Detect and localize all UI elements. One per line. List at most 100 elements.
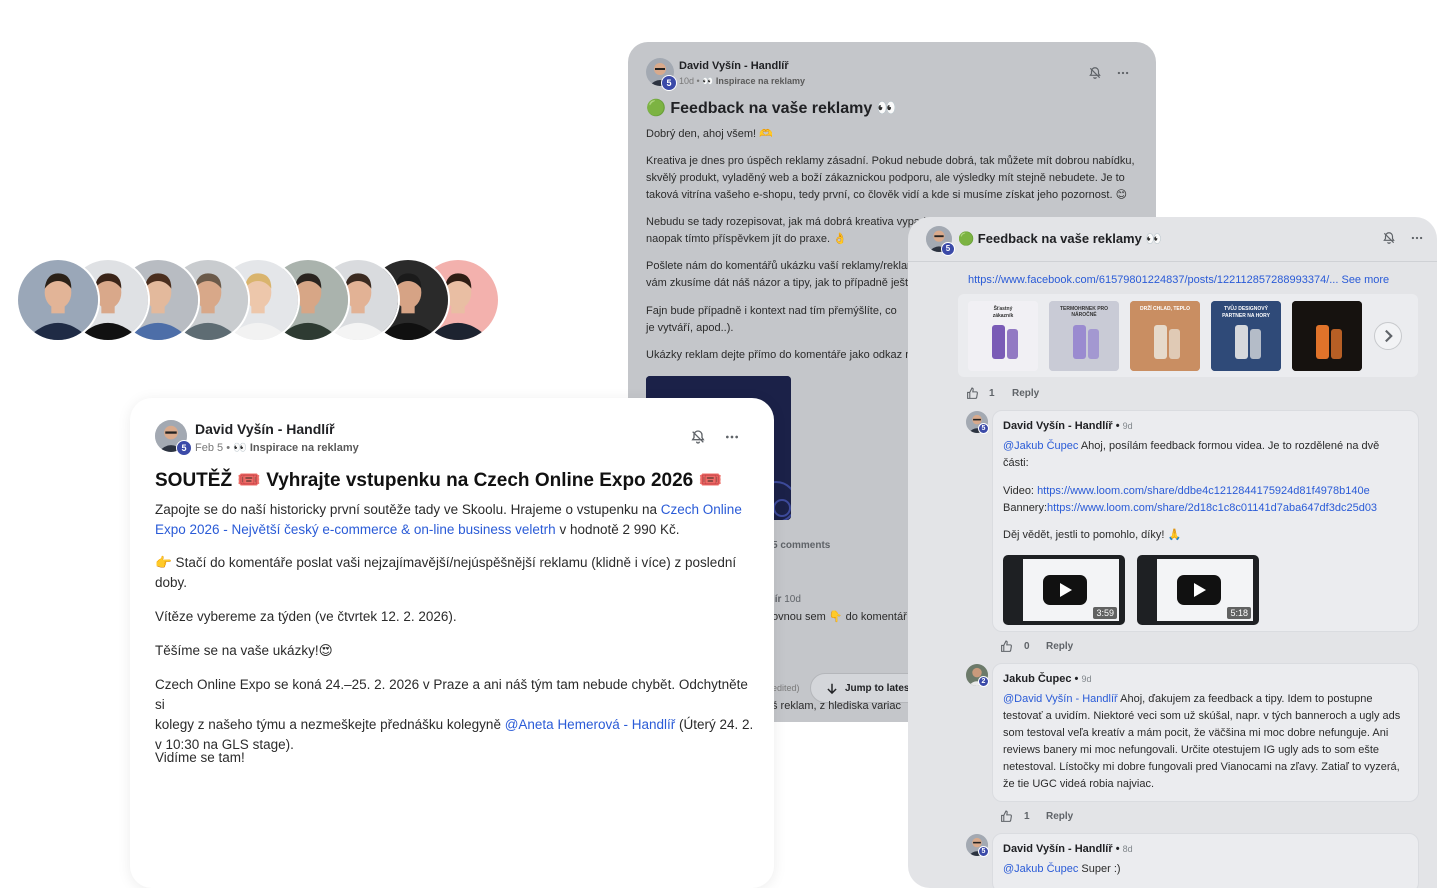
comment-age: 9d (1081, 674, 1092, 684)
play-icon[interactable] (1043, 575, 1087, 605)
more-options-icon[interactable] (1410, 231, 1424, 245)
loom-video-thumbnail[interactable]: 3:59 (1003, 555, 1125, 625)
play-icon[interactable] (1177, 575, 1221, 605)
comment-line: netestoval. Lístočky mi dobre fungovali … (1003, 761, 1400, 773)
like-count: 1 (989, 388, 995, 399)
comment-author[interactable]: David Vyšín - Handlíř • 8d (1003, 843, 1133, 855)
contest-post-card[interactable]: 5 David Vyšín - Handlíř Feb 5 • 👀 Inspir… (130, 398, 774, 888)
video-label: Video: (1003, 485, 1038, 497)
author-name[interactable]: David Vyšín - Handlíř (1003, 420, 1113, 432)
edited-label: edited) (772, 683, 800, 693)
thumbnail-caption: PARTNER NA HORY (1222, 313, 1270, 319)
like-icon[interactable] (1000, 810, 1013, 823)
post-author[interactable]: David Vyšín - Handlíř (679, 60, 789, 72)
comment-line: testovať a uvidím. Niektoré veci som už … (1003, 710, 1401, 722)
attachment-thumbnail[interactable]: TVŮJ DESIGNOVÝ PARTNER NA HORY (1211, 301, 1281, 371)
attachment-thumbnail[interactable]: Šťastný zákazník (968, 301, 1038, 371)
member-avatar[interactable] (16, 258, 100, 342)
like-count: 1 (1024, 811, 1030, 822)
reply-button[interactable]: Reply (1046, 641, 1073, 652)
like-icon[interactable] (966, 387, 979, 400)
see-more-link[interactable]: See more (1338, 274, 1389, 286)
thumbnail-caption: zákazník (992, 313, 1014, 319)
loom-link[interactable]: https://www.loom.com/share/ddbe4c1212844… (1037, 485, 1370, 497)
paragraph-text: Zapojte se do naší historicky první sout… (155, 502, 661, 517)
like-icon[interactable] (1000, 640, 1013, 653)
thumbnail-caption: TERMOHRNEK PRO NÁROČNÉ (1059, 306, 1109, 318)
expo-link[interactable]: Czech Online (661, 502, 742, 517)
banner-label: Bannery: (1003, 502, 1048, 514)
author-name[interactable]: Jakub Čupec (1003, 673, 1071, 685)
post-category[interactable]: 👀 Inspirace na reklamy (702, 76, 805, 86)
post-title[interactable]: SOUTĚŽ 🎟️ Vyhrajte vstupenku na Czech On… (155, 468, 722, 492)
comment-line: reviews banery mi moc nefungovali. Určit… (1003, 744, 1379, 756)
comment-text: Ahoj, ďakujem za feedback a tipy. Idem t… (1117, 693, 1373, 705)
expo-link[interactable]: Expo 2026 - Největší český e-commerce & … (155, 522, 556, 537)
more-options-icon[interactable] (1116, 66, 1130, 80)
thumbnail-caption: Šťastný (993, 306, 1013, 312)
attachment-thumbnail[interactable]: DRŽÍ CHLAD, TEPLO (1130, 301, 1200, 371)
mention-link[interactable]: @Aneta Hemerová - Handlíř (505, 717, 676, 732)
level-badge: 2 (978, 676, 989, 687)
comment-bubble: David Vyšín - Handlíř • 9d @Jakub Čupec … (992, 410, 1419, 632)
comment-line: že tie UGC videá robia najviac. (1003, 778, 1155, 790)
separator: • (1115, 843, 1120, 855)
comment-text: Ahoj, posílám feedback formou videa. Je … (1078, 440, 1380, 452)
post-paragraph: 👉 Stačí do komentáře poslat vaši nejzají… (155, 553, 755, 593)
post-meta: Feb 5 • 👀 Inspirace na reklamy (195, 441, 359, 454)
video-duration: 5:18 (1227, 607, 1251, 619)
loom-link[interactable]: https://www.loom.com/share/2d18c1c8c0114… (1047, 502, 1377, 514)
paragraph-line: taková vitrína vašeho e-shopu, tedy prvn… (646, 189, 1128, 201)
paragraph-line: Kreativa je dnes pro úspěch reklamy zása… (646, 155, 1135, 167)
post-paragraph: Kreativa je dnes pro úspěch reklamy zása… (646, 153, 1146, 204)
more-options-icon[interactable] (724, 429, 740, 445)
bell-icon[interactable] (1088, 66, 1102, 80)
attachment-thumbnail[interactable] (1292, 301, 1362, 371)
thumbnail-caption: DRŽÍ CHLAD, TEPLO (1140, 306, 1190, 312)
comments-panel[interactable]: 5 🟢 Feedback na vaše reklamy 👀 https://w… (908, 217, 1437, 888)
level-badge: 5 (661, 75, 677, 91)
level-badge: 5 (176, 440, 192, 456)
mention-link[interactable]: @Jakub Čupec (1003, 440, 1078, 452)
author-name[interactable]: David Vyšín - Handlíř (1003, 843, 1113, 855)
thumbnail-caption: TVŮJ DESIGNOVÝ (1224, 306, 1268, 312)
post-paragraph: Zapojte se do naší historicky první sout… (155, 500, 755, 540)
comment-bubble: Jakub Čupec • 9d @David Vyšín - Handlíř … (992, 663, 1419, 802)
separator: • (1115, 420, 1120, 432)
loom-video-thumbnail[interactable]: 5:18 (1137, 555, 1259, 625)
post-author[interactable]: David Vyšín - Handlíř (195, 421, 335, 437)
video-duration: 3:59 (1093, 607, 1117, 619)
comment-bubble: David Vyšín - Handlíř • 8d @Jakub Čupec … (992, 833, 1419, 888)
bell-icon[interactable] (1382, 231, 1396, 245)
comment-author[interactable]: Jakub Čupec • 9d (1003, 673, 1091, 685)
comment-author[interactable]: David Vyšín - Handlíř • 9d (1003, 420, 1133, 432)
post-paragraph: Dobrý den, ahoj všem! 🫶 (646, 128, 773, 140)
bell-icon[interactable] (690, 429, 706, 445)
comment-line: Bannery:https://www.loom.com/share/2d18c… (1003, 500, 1377, 517)
paragraph-line: Czech Online Expo se koná 24.–25. 2. 202… (155, 677, 748, 712)
post-category[interactable]: 👀 Inspirace na reklamy (233, 442, 359, 454)
paragraph-line: skvělý produkt, vyladěný web a boží záka… (646, 172, 1125, 184)
facebook-link[interactable]: https://www.facebook.com/61579801224837/… (968, 274, 1338, 286)
comment-url[interactable]: https://www.facebook.com/61579801224837/… (968, 274, 1389, 286)
mention-link[interactable]: @Jakub Čupec (1003, 863, 1078, 875)
post-age: Feb 5 (195, 442, 224, 454)
comments-count[interactable]: 5 comments (772, 540, 830, 551)
reply-button[interactable]: Reply (1046, 811, 1073, 822)
panel-post-title[interactable]: 🟢 Feedback na vaše reklamy 👀 (958, 231, 1162, 247)
level-badge: 5 (978, 423, 989, 434)
jump-label: Jump to latest (845, 683, 913, 694)
attachment-carousel[interactable]: Šťastný zákazník TERMOHRNEK PRO NÁROČNÉ DRŽ… (958, 294, 1418, 377)
comment-line: som testoval veľa kreatív a mám pocit, ž… (1003, 727, 1389, 739)
reply-button[interactable]: Reply (1012, 388, 1039, 399)
like-count: 0 (1024, 641, 1030, 652)
paragraph-line: doby. (155, 575, 188, 590)
mention-link[interactable]: @David Vyšín - Handlíř (1003, 693, 1118, 705)
level-badge: 5 (978, 846, 989, 857)
carousel-next-button[interactable] (1374, 322, 1402, 350)
arrow-down-icon (827, 683, 837, 695)
comment-age: 8d (1122, 844, 1133, 854)
post-paragraph: Těšíme se na vaše ukázky!😍 (155, 643, 333, 658)
attachment-thumbnail[interactable]: TERMOHRNEK PRO NÁROČNÉ (1049, 301, 1119, 371)
post-title[interactable]: 🟢 Feedback na vaše reklamy 👀 (646, 98, 897, 118)
